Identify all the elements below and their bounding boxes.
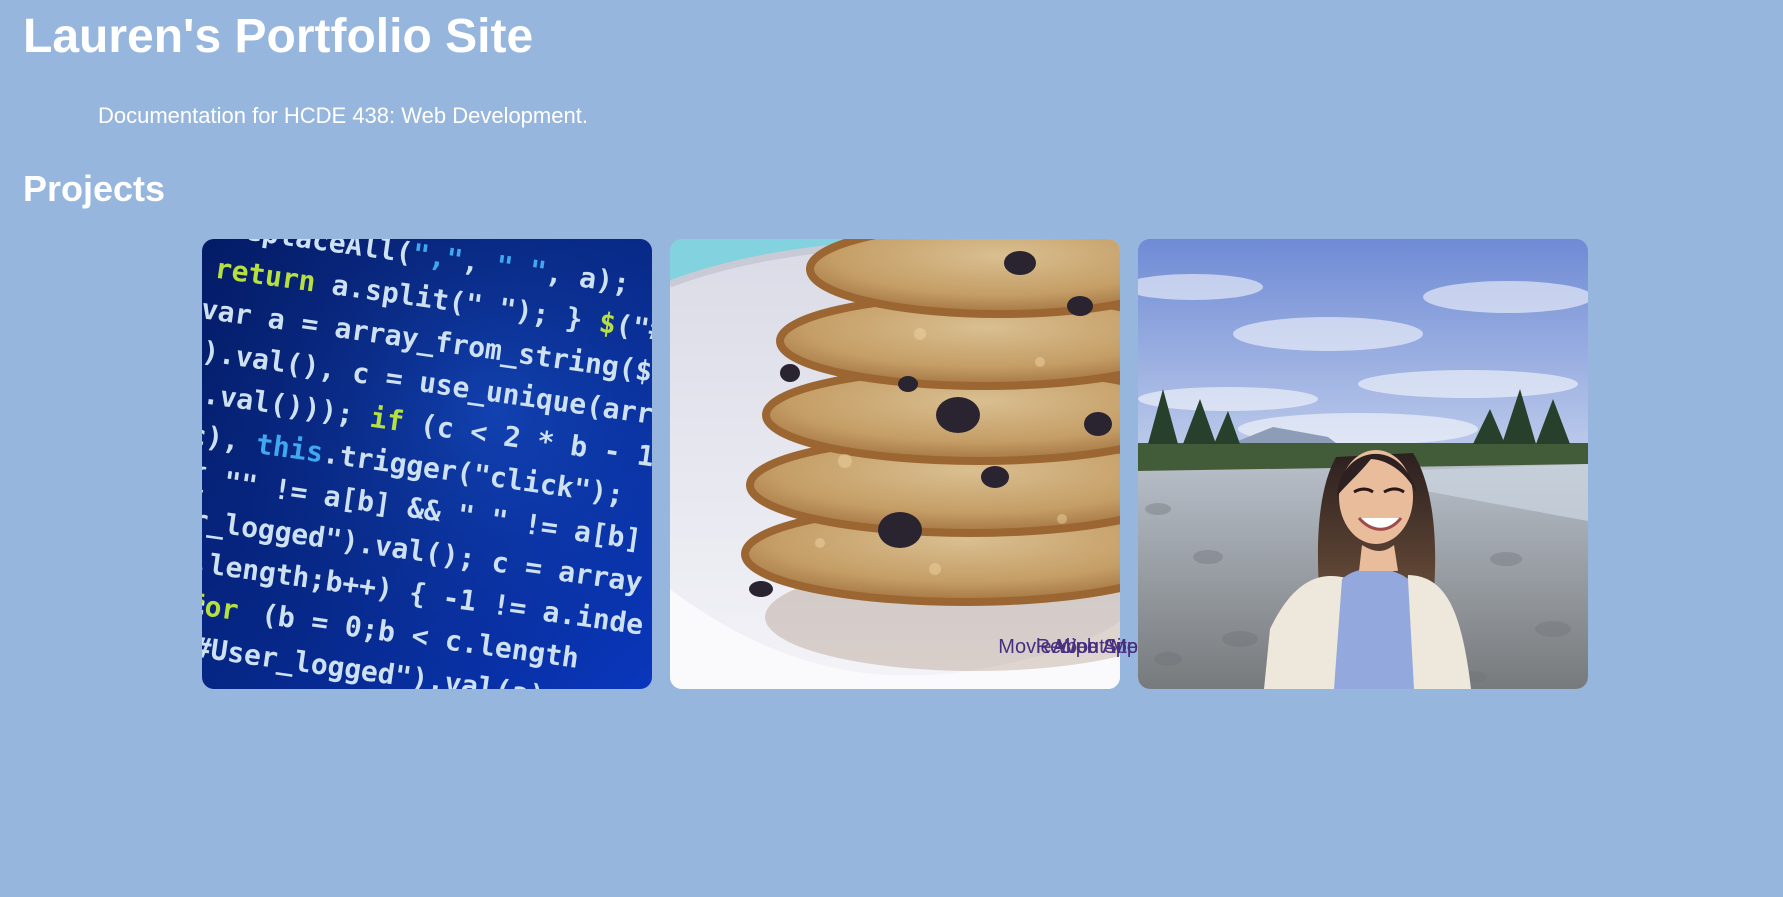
projects-grid: replaceAll(",", " ", a); return a.split(… xyxy=(202,239,1589,689)
lauren-riverbank-portrait-image xyxy=(1138,239,1588,689)
oatmeal-raisin-cookies-image xyxy=(670,239,1120,689)
code-screenshot-image: replaceAll(",", " ", a); return a.split(… xyxy=(202,239,652,689)
projects-heading: Projects xyxy=(23,168,166,209)
project-card-code[interactable]: replaceAll(",", " ", a); return a.split(… xyxy=(202,239,652,689)
project-title-links[interactable]: Movie Web App Recipe Site About Me xyxy=(792,634,1138,660)
project-title-about-me[interactable]: About Me xyxy=(1052,634,1138,660)
site-title: Lauren's Portfolio Site xyxy=(23,10,534,63)
project-card-cookies[interactable] xyxy=(670,239,1120,689)
site-tagline: Documentation for HCDE 438: Web Developm… xyxy=(98,103,588,128)
project-card-about[interactable] xyxy=(1138,239,1588,689)
